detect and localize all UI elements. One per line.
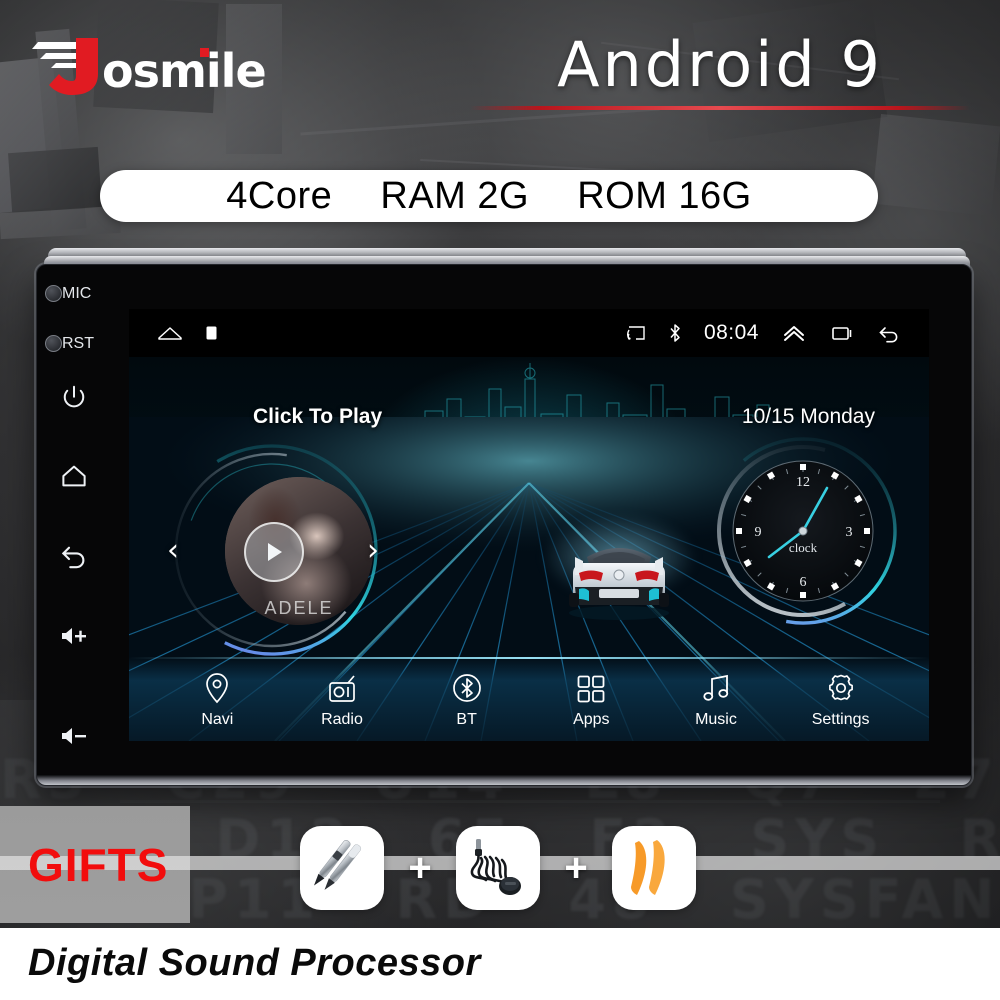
bezel-reset-label: RST (62, 335, 94, 352)
music-note-icon (700, 670, 732, 704)
brand-logo: osmile (32, 32, 282, 102)
footer-banner-text: Digital Sound Processor (28, 942, 481, 984)
gift-item-external-microphone (456, 826, 540, 910)
svg-text:osmile: osmile (102, 44, 266, 98)
android-version-title: Android 9 (557, 28, 883, 101)
home-icon (62, 465, 86, 487)
unit-left-bezel: MIC RST (45, 285, 123, 763)
gift-items-row: + + (300, 812, 890, 924)
bluetooth-icon (451, 670, 483, 704)
status-bar-clock: 08:04 (703, 321, 759, 344)
cast-signal-icon (627, 326, 645, 340)
unit-screen[interactable]: 08:04 Click To Play 10/15 Monday ADELE ‹… (129, 309, 929, 741)
app-dock: Navi Radio BT Apps Music Settings (129, 657, 929, 741)
music-widget[interactable]: ADELE ‹ › (157, 435, 387, 665)
unit-body: MIC RST 08:04 Click To Play 10/15 Monday… (36, 264, 972, 786)
car-illustration (569, 548, 669, 620)
status-bar: 08:04 (129, 309, 929, 357)
dock-label-navi: Navi (201, 710, 234, 728)
apps-grid-icon (576, 670, 606, 704)
stylus-pen-icon (314, 839, 362, 890)
gear-icon (825, 670, 857, 704)
back-icon (61, 546, 85, 569)
dock-item-navi[interactable]: Navi (165, 670, 269, 729)
click-to-play-label: Click To Play (253, 405, 383, 428)
dock-item-bt[interactable]: BT (415, 670, 519, 729)
dock-item-radio[interactable]: Radio (290, 670, 394, 729)
gift-separator-plus-2: + (564, 845, 588, 890)
next-track-button[interactable]: › (367, 536, 379, 566)
map-pin-icon (204, 670, 230, 704)
stop-square-icon[interactable] (205, 323, 218, 343)
power-icon (63, 385, 85, 408)
volume-down-icon (62, 728, 86, 744)
analog-clock: 12 3 6 9 clock (709, 437, 897, 625)
volume-up-icon (62, 628, 86, 644)
car-head-unit: MIC RST 08:04 Click To Play 10/15 Monday… (34, 248, 972, 793)
clock-numeral-6: 6 (800, 575, 807, 590)
album-artist-label: ADELE (264, 598, 334, 618)
spec-pill: 4Core RAM 2G ROM 16G (100, 170, 878, 222)
josmile-wing-logo-icon: osmile (32, 38, 267, 98)
bezel-home-button[interactable] (59, 461, 89, 491)
clock-widget[interactable]: 12 3 6 9 clock (703, 431, 903, 631)
reset-hole-icon[interactable] (45, 335, 62, 353)
gift-item-pry-trim-tools (612, 826, 696, 910)
android-title-underline (470, 106, 970, 110)
gifts-label: GIFTS (28, 839, 169, 891)
bluetooth-icon (670, 324, 680, 342)
home-wallpaper: Click To Play 10/15 Monday ADELE ‹ › 12 … (129, 357, 929, 741)
gifts-band: GIFTS + + (0, 806, 1000, 928)
clock-numeral-9: 9 (755, 525, 762, 540)
bezel-reset-hole[interactable]: RST (45, 335, 123, 353)
spec-pill-text: 4Core RAM 2G ROM 16G (226, 175, 752, 218)
radio-icon (326, 670, 358, 704)
dock-item-settings[interactable]: Settings (789, 670, 893, 729)
mic-hole-icon (45, 285, 62, 303)
dock-label-bt: BT (456, 710, 477, 728)
home-icon[interactable] (157, 323, 183, 343)
pry-tool-icon (631, 840, 665, 895)
bezel-mic-hole: MIC (45, 285, 123, 303)
clock-face-label: clock (789, 540, 818, 555)
android-version-block: Android 9 (470, 26, 970, 110)
clock-numeral-3: 3 (846, 525, 853, 540)
bezel-mic-label: MIC (62, 285, 92, 302)
clock-numeral-12: 12 (796, 475, 810, 490)
back-icon[interactable] (877, 323, 903, 343)
footer-banner: Digital Sound Processor (0, 928, 1000, 1000)
bezel-power-button[interactable] (59, 383, 89, 413)
dock-label-music: Music (695, 710, 737, 728)
chevron-up-icon[interactable] (781, 323, 807, 343)
dock-item-music[interactable]: Music (664, 670, 768, 729)
play-button[interactable] (244, 522, 304, 582)
bezel-back-button[interactable] (59, 539, 89, 569)
microphone-cable-icon (470, 839, 521, 895)
dock-item-apps[interactable]: Apps (539, 670, 643, 729)
dock-label-radio: Radio (321, 710, 363, 728)
gift-item-stylus-pen (300, 826, 384, 910)
bezel-volume-up-button[interactable] (59, 625, 89, 655)
recents-icon[interactable] (829, 323, 855, 343)
previous-track-button[interactable]: ‹ (167, 536, 179, 566)
play-icon (268, 543, 282, 561)
gift-separator-plus: + (408, 845, 432, 890)
home-date-label: 10/15 Monday (741, 405, 875, 428)
bezel-volume-down-button[interactable] (59, 725, 89, 755)
dock-label-apps: Apps (573, 710, 610, 728)
spec-rom: ROM 16G (577, 174, 752, 217)
spec-core: 4Core (226, 174, 333, 217)
dock-label-settings: Settings (811, 710, 870, 728)
spec-ram: RAM 2G (380, 174, 530, 217)
